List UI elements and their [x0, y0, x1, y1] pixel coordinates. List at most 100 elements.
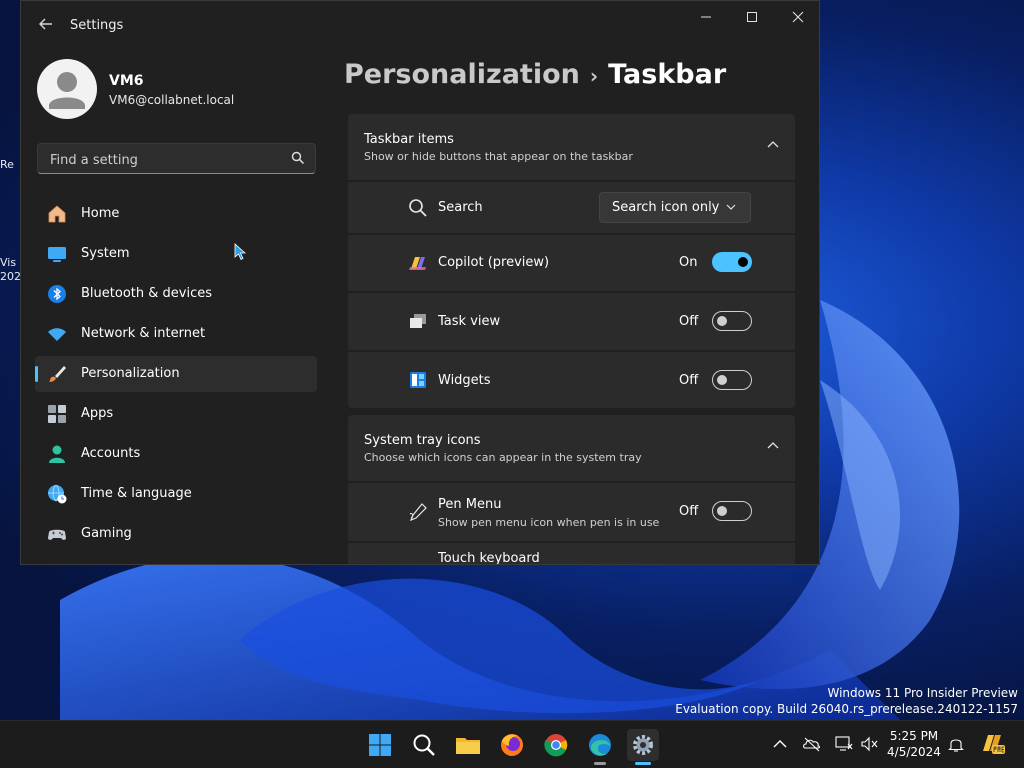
minimize-button[interactable]	[683, 7, 729, 31]
windows-logo-icon	[369, 734, 391, 756]
start-button[interactable]	[364, 729, 396, 761]
profile-name: VM6	[109, 73, 144, 89]
volume-muted-icon[interactable]	[860, 734, 880, 754]
onedrive-offline-icon[interactable]	[802, 734, 822, 754]
sidebar-item-label: Personalization	[81, 366, 180, 381]
search-icon[interactable]	[291, 151, 305, 165]
widgets-toggle[interactable]	[712, 370, 752, 390]
person-icon	[49, 445, 65, 463]
paintbrush-icon	[49, 366, 66, 382]
section-title: Taskbar items	[364, 132, 454, 147]
window-title: Settings	[70, 18, 124, 33]
desktop-icon-label[interactable]: Vis	[0, 256, 20, 269]
breadcrumb: Personalization › Taskbar	[344, 59, 726, 90]
setting-label: Touch keyboard	[438, 551, 540, 565]
page-title: Taskbar	[608, 59, 727, 90]
setting-label: Copilot (preview)	[438, 255, 550, 270]
bell-icon[interactable]	[946, 734, 966, 754]
search-mode-dropdown[interactable]: Search icon only	[599, 192, 751, 223]
setting-label: Search	[438, 200, 483, 215]
home-icon	[48, 205, 66, 223]
edge-button[interactable]	[584, 729, 616, 765]
pen-icon	[409, 503, 427, 522]
clock-time: 5:25 PM	[889, 729, 939, 743]
close-button[interactable]	[775, 7, 819, 31]
dropdown-value: Search icon only	[612, 200, 720, 215]
back-button[interactable]	[35, 15, 57, 37]
search-icon	[409, 199, 427, 217]
gamepad-icon	[48, 529, 66, 540]
sidebar-item-system[interactable]: System	[35, 236, 317, 272]
sidebar-item-home[interactable]: Home	[35, 196, 317, 232]
sidebar-item-label: Apps	[81, 406, 114, 421]
evaluation-watermark: Windows 11 Pro Insider Preview Evaluatio…	[675, 685, 1018, 717]
chevron-down-icon	[726, 204, 736, 210]
settings-window: Settings VM6 VM6@collabnet.local Find a …	[20, 0, 820, 565]
taskbar-clock[interactable]: 5:25 PM 4/5/2024	[886, 728, 942, 760]
sidebar-item-label: Time & language	[81, 486, 192, 501]
avatar[interactable]	[37, 59, 97, 119]
sidebar-item-gaming[interactable]: Gaming	[35, 516, 317, 552]
section-subtitle: Choose which icons can appear in the sys…	[364, 451, 642, 464]
chrome-icon	[544, 734, 568, 757]
watermark-edition: Windows 11 Pro Insider Preview	[827, 686, 1018, 700]
search-input[interactable]	[48, 150, 282, 170]
sidebar-item-accounts[interactable]: Accounts	[35, 436, 317, 472]
title-bar[interactable]: Settings	[21, 1, 819, 49]
wifi-icon	[48, 328, 66, 341]
sidebar-item-label: Accounts	[81, 446, 141, 461]
setting-label: Widgets	[438, 373, 491, 388]
sidebar-item-bluetooth[interactable]: Bluetooth & devices	[35, 276, 317, 312]
chevron-up-icon[interactable]	[767, 441, 779, 449]
setting-description: Show pen menu icon when pen is in use	[438, 516, 660, 529]
bluetooth-icon	[48, 285, 66, 303]
copilot-pre-icon[interactable]	[980, 731, 1006, 757]
section-subtitle: Show or hide buttons that appear on the …	[364, 150, 633, 163]
sidebar-item-apps[interactable]: Apps	[35, 396, 317, 432]
file-explorer-button[interactable]	[452, 729, 484, 761]
edge-icon	[589, 734, 611, 756]
search-icon	[413, 734, 435, 756]
firefox-icon	[501, 734, 523, 756]
pen-menu-setting-row: Pen Menu Show pen menu icon when pen is …	[348, 483, 795, 541]
search-box[interactable]	[37, 143, 316, 174]
chrome-button[interactable]	[540, 729, 572, 761]
sidebar-item-time-language[interactable]: Time & language	[35, 476, 317, 512]
sidebar-item-label: System	[81, 246, 130, 261]
touch-keyboard-setting-row: Touch keyboard	[348, 543, 795, 565]
sidebar-item-network[interactable]: Network & internet	[35, 316, 317, 352]
task-view-icon	[410, 314, 426, 328]
maximize-button[interactable]	[729, 7, 775, 31]
gear-icon	[633, 735, 653, 755]
widgets-icon	[410, 372, 426, 388]
sidebar-nav: Home System Bluetooth & devices Network …	[35, 196, 317, 556]
maximize-icon	[747, 12, 757, 22]
apps-grid-icon	[48, 405, 66, 423]
copilot-icon	[409, 257, 426, 270]
copilot-setting-row: Copilot (preview) On	[348, 235, 795, 291]
desktop-icon-label[interactable]: 202	[0, 270, 21, 283]
breadcrumb-separator: ›	[589, 64, 599, 88]
taskbar-items-header[interactable]: Taskbar items Show or hide buttons that …	[348, 114, 795, 180]
widgets-setting-row: Widgets Off	[348, 352, 795, 408]
sidebar-item-label: Bluetooth & devices	[81, 286, 212, 301]
desktop-icon-label[interactable]: Re	[0, 158, 20, 171]
system-tray-header[interactable]: System tray icons Choose which icons can…	[348, 415, 795, 481]
sidebar-item-personalization[interactable]: Personalization	[35, 356, 317, 392]
chevron-up-icon[interactable]	[767, 140, 779, 148]
taskbar-search-button[interactable]	[408, 729, 440, 761]
sidebar-item-label: Network & internet	[81, 326, 206, 341]
settings-app-button[interactable]	[627, 729, 659, 765]
sidebar-item-label: Home	[81, 206, 120, 221]
firefox-button[interactable]	[496, 729, 528, 761]
network-disconnected-icon[interactable]	[834, 734, 854, 754]
toggle-state-label: On	[679, 255, 698, 270]
user-icon	[49, 72, 85, 109]
copilot-toggle[interactable]	[712, 252, 752, 272]
breadcrumb-parent[interactable]: Personalization	[344, 59, 580, 90]
toggle-state-label: Off	[679, 504, 699, 519]
pen-menu-toggle[interactable]	[712, 501, 752, 521]
task-view-toggle[interactable]	[712, 311, 752, 331]
globe-clock-icon	[48, 484, 67, 504]
chevron-up-icon[interactable]	[770, 734, 790, 754]
